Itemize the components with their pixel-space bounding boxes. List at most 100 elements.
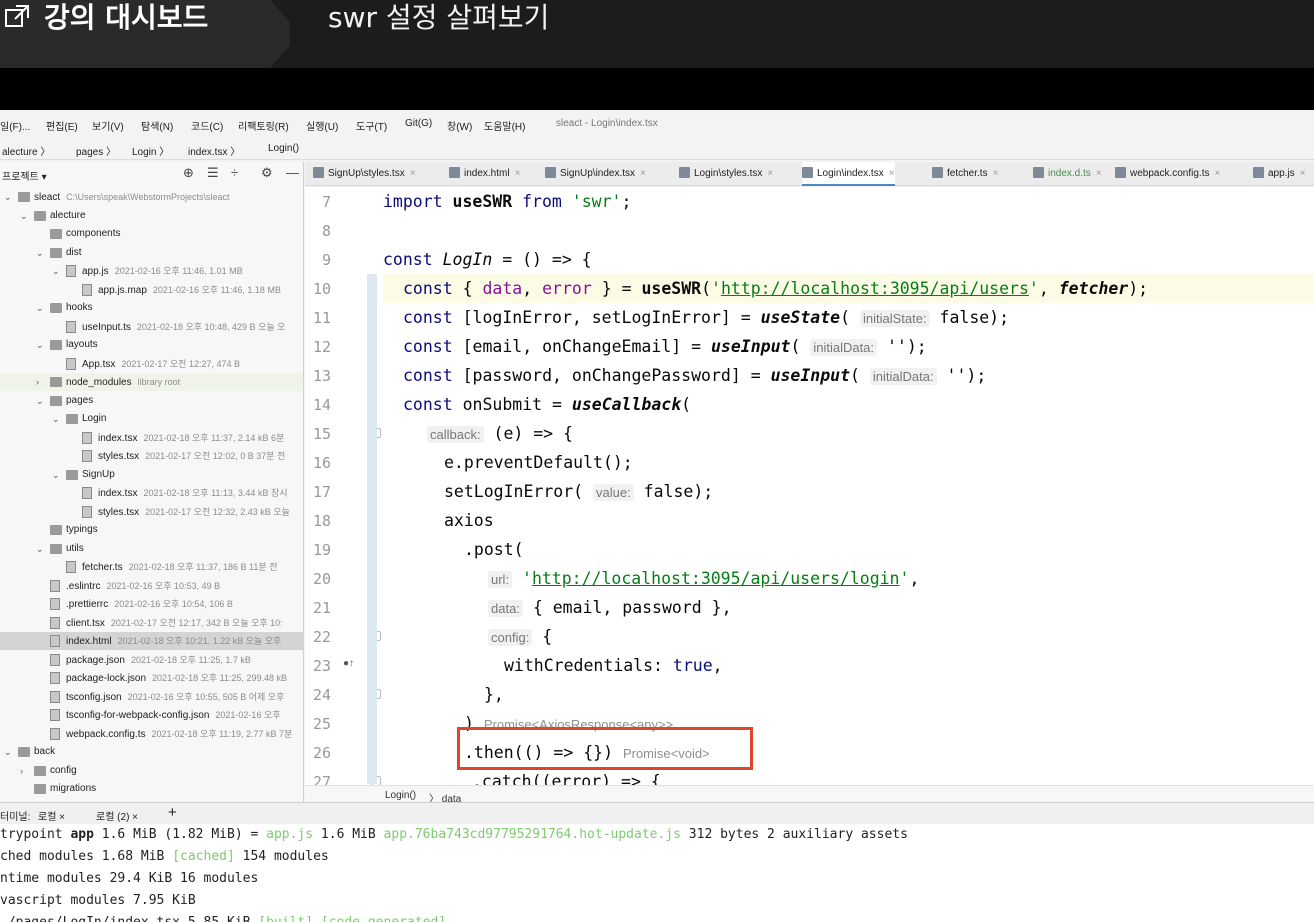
close-icon[interactable]: × [410, 168, 416, 179]
menu-item[interactable]: 탐색(N) [141, 118, 173, 133]
tree-item[interactable]: typings [0, 521, 303, 539]
editor-tab[interactable]: Login\index.tsx × [802, 162, 895, 186]
tree-item[interactable]: package.json 2021-02-18 오후 11:25, 1.7 kB [0, 651, 303, 669]
tree-item[interactable]: ⌄ SignUp [0, 466, 303, 484]
menu-bar: 일(F)... 편집(E) 보기(V) 탐색(N) 코드(C) 리팩토링(R) 실행(U) 도… [0, 110, 1314, 138]
editor-tab[interactable]: webpack.config.ts × [1115, 162, 1220, 186]
menu-item[interactable]: 보기(V) [92, 118, 124, 133]
tree-item[interactable]: ⌄ utils [0, 540, 303, 558]
expand-icon[interactable]: ÷ [231, 165, 238, 180]
terminal-output[interactable]: trypoint app 1.6 MiB (1.82 MiB) = app.js… [0, 824, 1314, 922]
tree-item[interactable]: index.tsx 2021-02-18 오후 11:37, 2.14 kB 6분 [0, 429, 303, 447]
editor-tab[interactable]: SignUp\index.tsx × [545, 162, 646, 186]
editor-tab[interactable]: Login\styles.tsx × [679, 162, 773, 186]
implementation-gutter-icon[interactable]: ●↑ [343, 658, 354, 669]
chevron-right-icon[interactable]: › [20, 762, 23, 780]
tree-item[interactable]: ⌄ Login [0, 410, 303, 428]
terminal-tab[interactable]: 로컬 (2) × [96, 808, 138, 823]
menu-item[interactable]: 리팩토링(R) [238, 118, 289, 133]
path-segment[interactable]: Login 〉 [132, 143, 169, 158]
tree-item[interactable]: fetcher.ts 2021-02-18 오후 11:37, 186 B 11분… [0, 558, 303, 576]
tree-item[interactable]: components [0, 225, 303, 243]
project-label[interactable]: 프로젝트 ▾ [2, 168, 47, 183]
close-icon[interactable]: × [1096, 168, 1102, 179]
menu-item[interactable]: 실행(U) [306, 118, 338, 133]
close-icon[interactable]: × [889, 168, 895, 179]
tree-item[interactable]: useInput.ts 2021-02-18 오후 10:48, 429 B 오늘… [0, 318, 303, 336]
code-area[interactable]: import useSWR from 'swr'; const LogIn = … [367, 187, 1314, 785]
chevron-down-icon[interactable]: ⌄ [36, 540, 44, 558]
tree-item[interactable]: styles.tsx 2021-02-17 오전 12:32, 2.43 kB 오… [0, 503, 303, 521]
path-segment[interactable]: Login() [268, 143, 299, 154]
chevron-down-icon[interactable]: ⌄ [52, 466, 60, 484]
chevron-down-icon[interactable]: ⌄ [4, 743, 12, 761]
tree-item[interactable]: .eslintrc 2021-02-16 오후 10:53, 49 B [0, 577, 303, 595]
close-icon[interactable]: × [1300, 168, 1306, 179]
tree-item[interactable]: ⌄ layouts [0, 336, 303, 354]
menu-item[interactable]: 도구(T) [356, 118, 387, 133]
menu-item[interactable]: Git(G) [405, 118, 432, 129]
file-type-icon [932, 167, 943, 178]
menu-item[interactable]: 코드(C) [191, 118, 223, 133]
breadcrumb-function[interactable]: Login() [385, 790, 416, 801]
minimize-icon[interactable]: — [286, 165, 299, 180]
editor-tab[interactable]: fetcher.ts × [932, 162, 998, 186]
dashboard-link[interactable]: 강의 대시보드 [0, 0, 290, 68]
close-icon[interactable]: × [1215, 168, 1221, 179]
tree-item-label: App.tsx 2021-02-17 오전 12:27, 474 B [82, 358, 241, 370]
tree-item[interactable]: package-lock.json 2021-02-18 오후 11:25, 29… [0, 669, 303, 687]
path-segment[interactable]: index.tsx 〉 [188, 143, 240, 158]
tree-item[interactable]: tsconfig-for-webpack-config.json 2021-02-… [0, 706, 303, 724]
tree-item[interactable]: webpack.config.ts 2021-02-18 오후 11:19, 2.… [0, 725, 303, 743]
terminal-tab[interactable]: 로컬 × [38, 808, 65, 823]
code-editor[interactable]: 7 8 9 10 11 12 13 14 15 16 17 18 19 20 21 22 23 24 25 26 27 ●… [305, 187, 1314, 785]
editor-tab[interactable]: SignUp\styles.tsx × [313, 162, 416, 186]
tree-item[interactable]: client.tsx 2021-02-17 오전 12:17, 342 B 오늘 … [0, 614, 303, 632]
folder-icon [50, 340, 62, 350]
tree-item[interactable]: index.html 2021-02-18 오후 10:21, 1.22 kB 오… [0, 632, 303, 650]
editor-tab[interactable]: index.html × [449, 162, 520, 186]
close-icon[interactable]: × [515, 168, 521, 179]
tree-item[interactable]: styles.tsx 2021-02-17 오전 12:02, 0 B 37분 전 [0, 447, 303, 465]
file-type-icon [449, 167, 460, 178]
chevron-down-icon[interactable]: ⌄ [36, 336, 44, 354]
chevron-down-icon[interactable]: ⌄ [36, 392, 44, 410]
path-segment[interactable]: alecture 〉 [2, 143, 50, 158]
tree-item[interactable]: ⌄ back [0, 743, 303, 761]
chevron-down-icon[interactable]: ⌄ [52, 410, 60, 428]
menu-item[interactable]: 편집(E) [46, 118, 78, 133]
path-segment[interactable]: pages 〉 [76, 143, 116, 158]
tree-item[interactable]: › node_modules library root [0, 373, 303, 391]
chevron-right-icon[interactable]: › [36, 373, 39, 391]
tree-item[interactable]: ⌄ alecture [0, 207, 303, 225]
tree-item[interactable]: App.tsx 2021-02-17 오전 12:27, 474 B [0, 355, 303, 373]
tree-item[interactable]: › config [0, 762, 303, 780]
tree-item[interactable]: ⌄ sleact C:\Users\speak\WebstormProjects\s… [0, 188, 303, 206]
chevron-down-icon[interactable]: ⌄ [20, 207, 28, 225]
tree-item[interactable]: ⌄ app.js 2021-02-16 오후 11:46, 1.01 MB [0, 262, 303, 280]
editor-tab[interactable]: index.d.ts × [1033, 162, 1102, 186]
chevron-down-icon[interactable]: ⌄ [52, 262, 60, 280]
tree-item[interactable]: index.tsx 2021-02-18 오후 11:13, 3.44 kB 장시 [0, 484, 303, 502]
chevron-down-icon[interactable]: ⌄ [36, 244, 44, 262]
gear-icon[interactable]: ⚙ [261, 165, 273, 181]
tree-item[interactable]: ⌄ pages [0, 392, 303, 410]
menu-item[interactable]: 도움말(H) [484, 118, 525, 133]
locate-icon[interactable]: ⊕ [183, 165, 194, 181]
tree-item[interactable]: ⌄ dist [0, 244, 303, 262]
tree-item[interactable]: .prettierrc 2021-02-16 오후 10:54, 106 B [0, 595, 303, 613]
chevron-down-icon[interactable]: ⌄ [4, 188, 12, 206]
editor-tab[interactable]: app.js × [1253, 162, 1306, 186]
new-terminal-button[interactable]: + [168, 804, 177, 821]
chevron-down-icon[interactable]: ⌄ [36, 299, 44, 317]
menu-item[interactable]: 창(W) [447, 118, 472, 133]
tree-item[interactable]: app.js.map 2021-02-16 오후 11:46, 1.18 MB [0, 281, 303, 299]
menu-item[interactable]: 일(F)... [0, 118, 30, 133]
tree-item[interactable]: tsconfig.json 2021-02-16 오후 10:55, 505 B … [0, 688, 303, 706]
close-icon[interactable]: × [767, 168, 773, 179]
tree-item[interactable]: ⌄ hooks [0, 299, 303, 317]
tree-item[interactable]: migrations [0, 780, 303, 798]
close-icon[interactable]: × [993, 168, 999, 179]
close-icon[interactable]: × [640, 168, 646, 179]
collapse-all-icon[interactable]: ☰ [207, 165, 219, 181]
